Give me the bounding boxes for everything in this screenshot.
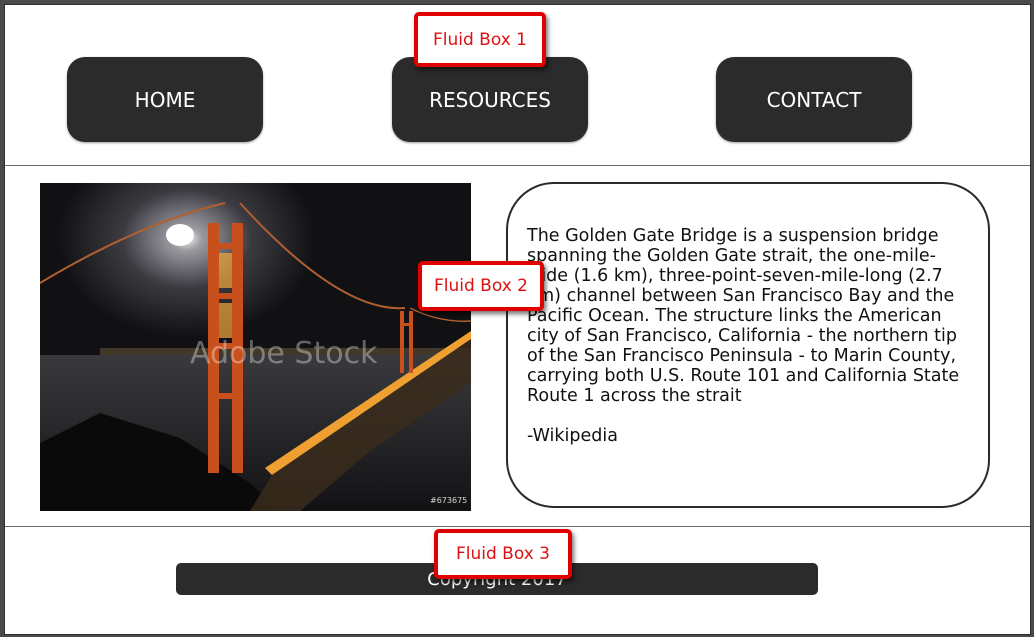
nav-home-button[interactable]: HOME — [67, 57, 263, 142]
attribution-text: -Wikipedia — [527, 426, 618, 446]
golden-gate-photo: Adobe Stock #673675 — [40, 183, 471, 511]
nav-contact-button[interactable]: CONTACT — [716, 57, 912, 142]
fluid-box-content: Adobe Stock #673675 The Golden Gate Brid… — [5, 166, 1030, 527]
description-text: The Golden Gate Bridge is a suspension b… — [527, 226, 960, 406]
stock-id-text: #673675 — [430, 496, 467, 505]
callout-fluid-box-1: Fluid Box 1 — [414, 12, 546, 67]
callout-fluid-box-3: Fluid Box 3 — [434, 529, 572, 579]
watermark-text: Adobe Stock — [190, 336, 378, 371]
nav-resources-button[interactable]: RESOURCES — [392, 57, 588, 142]
callout-fluid-box-2: Fluid Box 2 — [418, 261, 544, 311]
description-panel: The Golden Gate Bridge is a suspension b… — [506, 182, 990, 508]
